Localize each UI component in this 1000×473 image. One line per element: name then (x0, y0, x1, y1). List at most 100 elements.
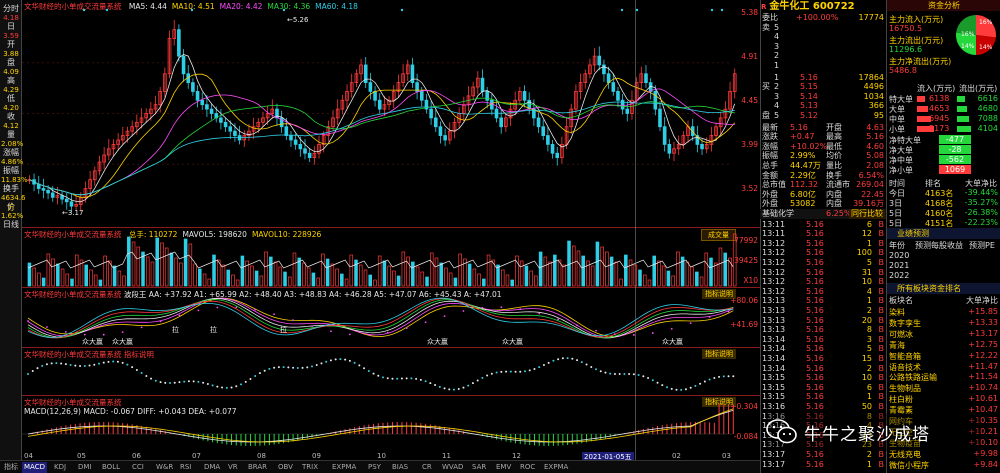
volume-bar (411, 261, 415, 287)
peer-compare-button[interactable]: 同行比较 (849, 209, 885, 219)
mmm-tag-1: 拉 (210, 325, 217, 334)
perf-head-0: 年份 (889, 241, 905, 250)
tab-dma[interactable]: DMA (202, 462, 222, 473)
industry-value-2: +13.17 (968, 328, 998, 338)
buy-row-1: 买 2 5.15 4496 (760, 82, 886, 92)
level: 3 (774, 41, 780, 51)
tab-dmi[interactable]: DMI (76, 462, 94, 473)
trade-price: 5.16 (806, 449, 824, 459)
indicator-pane-2[interactable]: 文华财经的小单成交流量系统 指标说明 指标说明 (22, 347, 760, 395)
tab-vr[interactable]: VR (226, 462, 240, 473)
side-label: 盘 (762, 111, 770, 120)
trade-side: B (878, 363, 885, 373)
dot-mark (344, 358, 347, 361)
volume-pane[interactable]: 文华财经的小单成交流量系统 总手: 110272 MAVOL5: 198620 MA… (22, 227, 760, 287)
volume-bar (624, 254, 628, 287)
trade-side: B (878, 238, 885, 248)
dot-mark (396, 377, 399, 380)
industry-value-5: +11.47 (968, 361, 998, 371)
tab-指标[interactable]: 指标 (2, 462, 20, 473)
mmm-chart[interactable]: 拉拉拉众大赢 众大赢 众大赢 众大赢 众大赢 (22, 288, 760, 348)
trade-price: 5.16 (806, 277, 824, 287)
tab-cci[interactable]: CCI (130, 462, 146, 473)
candle (345, 84, 349, 109)
indicator-pane-1[interactable]: 文华财经的小单成交流量系统 波段王 AA: +37.92 A1: +65.99 … (22, 287, 760, 347)
kline-chart[interactable] (22, 0, 760, 227)
tab-brar[interactable]: BRAR (246, 462, 269, 473)
trade-qty: 2 (866, 363, 872, 373)
industry-name-7[interactable]: 生物制品 (889, 383, 921, 394)
industry-name-1[interactable]: 数字孪生 (889, 318, 921, 329)
ma-line-20 (29, 88, 735, 196)
fund-analysis-tab[interactable]: 资金分析 (887, 0, 1000, 11)
tab-wvad[interactable]: WVAD (440, 462, 465, 473)
tab-expma[interactable]: EXPMA (542, 462, 570, 473)
stat-label-2: 开盘 (826, 122, 842, 132)
dot-mark (41, 364, 44, 367)
industry-name-14[interactable]: 微信小程序 (889, 460, 929, 471)
tab-macd[interactable]: MACD (22, 462, 47, 473)
dot-mark (490, 372, 493, 375)
tab-w&r[interactable]: W&R (154, 462, 175, 473)
trade-qty: 6 (866, 382, 872, 392)
candle (597, 46, 602, 71)
tab-rsi[interactable]: RSI (178, 462, 193, 473)
tab-expma[interactable]: EXPMA (330, 462, 358, 473)
volume-bar (70, 278, 74, 287)
macd-chart[interactable] (22, 396, 760, 454)
tab-emv[interactable]: EMV (494, 462, 513, 473)
tab-bias[interactable]: BIAS (390, 462, 410, 473)
kline-pane[interactable]: 文华财经的小单成交流量系统 MA5: 4.44 MA10: 4.51 MA20: 4… (22, 0, 760, 227)
tab-boll[interactable]: BOLL (100, 462, 122, 473)
trade-side: B (878, 315, 885, 325)
candle (172, 19, 177, 46)
industry-name-2[interactable]: 可燃冰 (889, 329, 913, 340)
dot-mark (656, 381, 659, 384)
mmm-dot (614, 333, 616, 336)
volume-bar (605, 251, 609, 287)
tab-trix[interactable]: TRIX (300, 462, 320, 473)
level: 1 (774, 72, 780, 82)
candle (60, 191, 64, 205)
industry-name-6[interactable]: 公路铁路运输 (889, 372, 937, 383)
mmm-dot (367, 333, 370, 336)
dot-mark (55, 362, 58, 365)
industry-name-5[interactable]: 语音技术 (889, 362, 921, 373)
dot-mark (675, 388, 678, 391)
dot-mark (434, 384, 437, 387)
dot-mark (367, 370, 370, 373)
dot-mark (64, 363, 67, 366)
tab-psy[interactable]: PSY (366, 462, 383, 473)
industry-name-3[interactable]: 青海 (889, 340, 905, 351)
mmm-dot (576, 324, 578, 327)
side-label: 卖 (762, 22, 770, 32)
dot-mark (83, 365, 86, 368)
buy-row-2: 3 5.14 1034 (760, 92, 886, 102)
volume-bar (117, 270, 122, 287)
candle (672, 141, 676, 162)
tab-cr[interactable]: CR (420, 462, 434, 473)
dot-chart[interactable] (22, 348, 760, 396)
mmm-dot (405, 327, 408, 330)
trade-side: B (878, 382, 885, 392)
industry-name-4[interactable]: 智能音箱 (889, 351, 921, 362)
volume-chart[interactable] (22, 228, 760, 288)
volume-bar (169, 252, 174, 287)
tab-sar[interactable]: SAR (470, 462, 488, 473)
industry-name-0[interactable]: 染料 (889, 307, 905, 318)
candle (359, 58, 363, 81)
dot-mark (206, 383, 209, 386)
tab-roc[interactable]: ROC (518, 462, 537, 473)
dot-mark (88, 364, 91, 367)
sidebar-item-12[interactable]: 日线 (1, 220, 21, 230)
stat-value: +10.02% (790, 141, 828, 151)
tab-kdj[interactable]: KDJ (52, 462, 68, 473)
tab-obv[interactable]: OBV (276, 462, 295, 473)
trade-price: 5.16 (806, 459, 824, 469)
candle (452, 117, 457, 139)
dot-mark (154, 379, 157, 382)
trade-time: 13:11 (762, 229, 786, 239)
trade-time: 13:17 (762, 459, 786, 469)
macd-pane[interactable]: 文华财经的小单成交流量系统 MACD(12,26,9) MACD: -0.067… (22, 395, 760, 453)
industry-name-8[interactable]: 柱白粉 (889, 394, 913, 405)
